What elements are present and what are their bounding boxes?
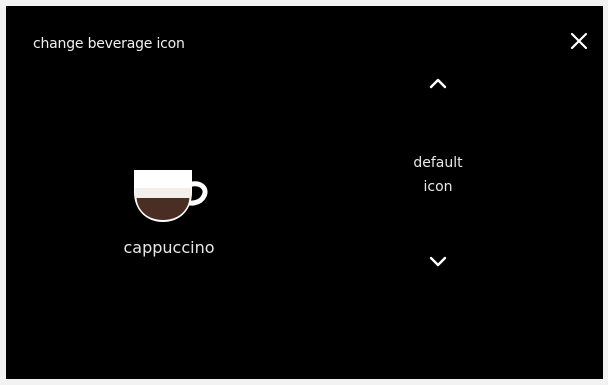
previous-option-button[interactable] <box>421 71 455 95</box>
close-icon <box>570 32 588 50</box>
chevron-down-icon <box>429 256 447 267</box>
page-title: change beverage icon <box>33 36 185 52</box>
cappuccino-cup-icon <box>128 166 210 226</box>
screen: change beverage icon cappuccino default … <box>6 6 603 379</box>
option-label-line1: default <box>413 155 463 171</box>
device-frame: change beverage icon cappuccino default … <box>0 0 608 385</box>
option-label-line2: icon <box>423 179 453 195</box>
close-button[interactable] <box>566 28 592 54</box>
beverage-name: cappuccino <box>123 238 215 257</box>
next-option-button[interactable] <box>421 250 455 274</box>
chevron-up-icon <box>429 78 447 89</box>
icon-option-label[interactable]: default icon <box>388 151 488 199</box>
